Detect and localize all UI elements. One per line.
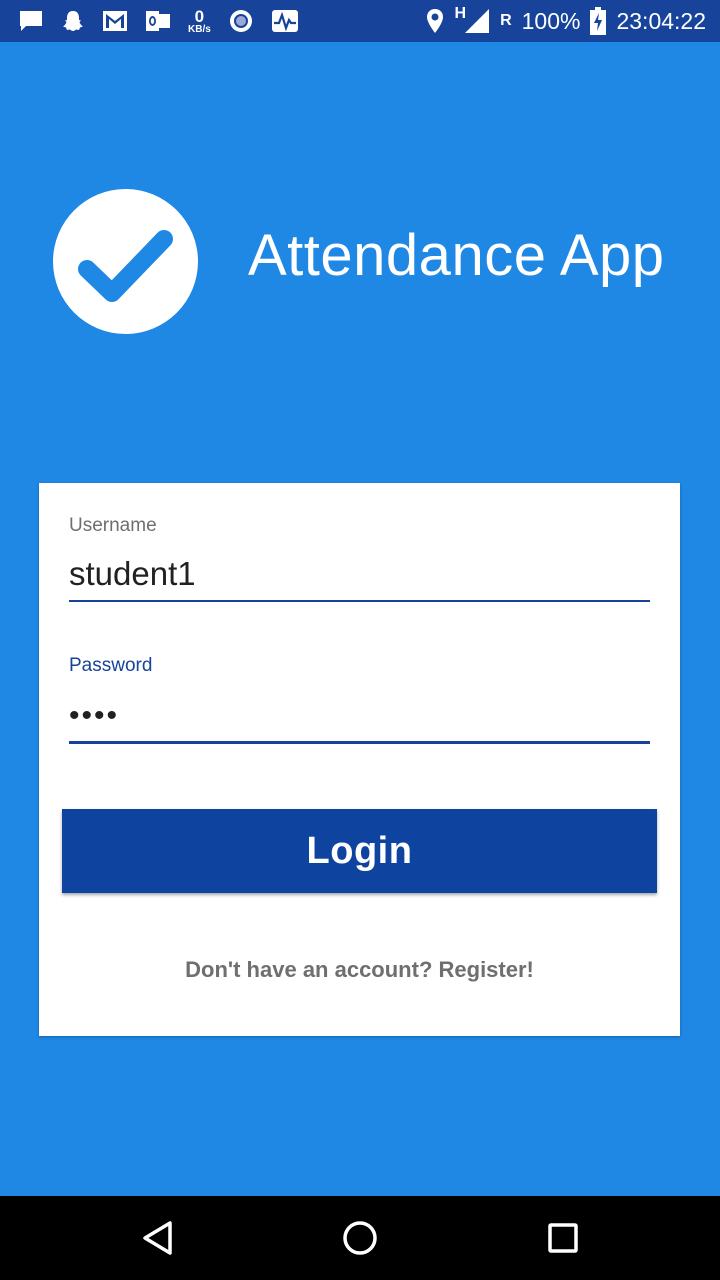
username-label: Username (69, 515, 157, 536)
pulse-icon (271, 10, 298, 32)
back-icon[interactable] (137, 1216, 181, 1260)
battery-percent: 100% (521, 7, 581, 34)
status-bar: 0 KB/s H R 100% 23:04:22 (0, 0, 720, 42)
signal-icon (465, 9, 490, 33)
login-button[interactable]: Login (62, 809, 657, 893)
system-status: H R 100% 23:04:22 (425, 0, 706, 42)
net-speed-unit: KB/s (188, 23, 211, 35)
roaming-indicator: R (500, 12, 512, 29)
clock: 23:04:22 (616, 7, 706, 34)
register-link[interactable]: Don't have an account? Register! (39, 957, 680, 983)
snapchat-icon (63, 11, 83, 31)
home-icon[interactable] (338, 1216, 382, 1260)
notification-icons: 0 KB/s (18, 0, 299, 42)
circle-app-icon (229, 10, 252, 32)
password-field[interactable]: •••• (69, 699, 650, 733)
navigation-bar (0, 1196, 720, 1280)
username-underline (69, 600, 650, 602)
outlook-icon (146, 11, 170, 31)
message-icon (20, 11, 42, 31)
app-title: Attendance App (248, 223, 665, 288)
check-circle-icon (78, 230, 173, 302)
recents-icon[interactable] (541, 1216, 585, 1260)
net-speed-value: 0 (194, 6, 205, 26)
app-logo (53, 189, 198, 334)
username-field[interactable]: student1 (69, 555, 650, 593)
login-card: Username student1 Password •••• Login Do… (39, 483, 680, 1036)
password-label: Password (69, 655, 153, 676)
password-underline (69, 741, 650, 744)
location-icon (426, 9, 443, 33)
gmail-icon (103, 11, 127, 31)
net-speed-icon: 0 KB/s (188, 8, 211, 35)
battery-charging-icon (590, 7, 607, 35)
